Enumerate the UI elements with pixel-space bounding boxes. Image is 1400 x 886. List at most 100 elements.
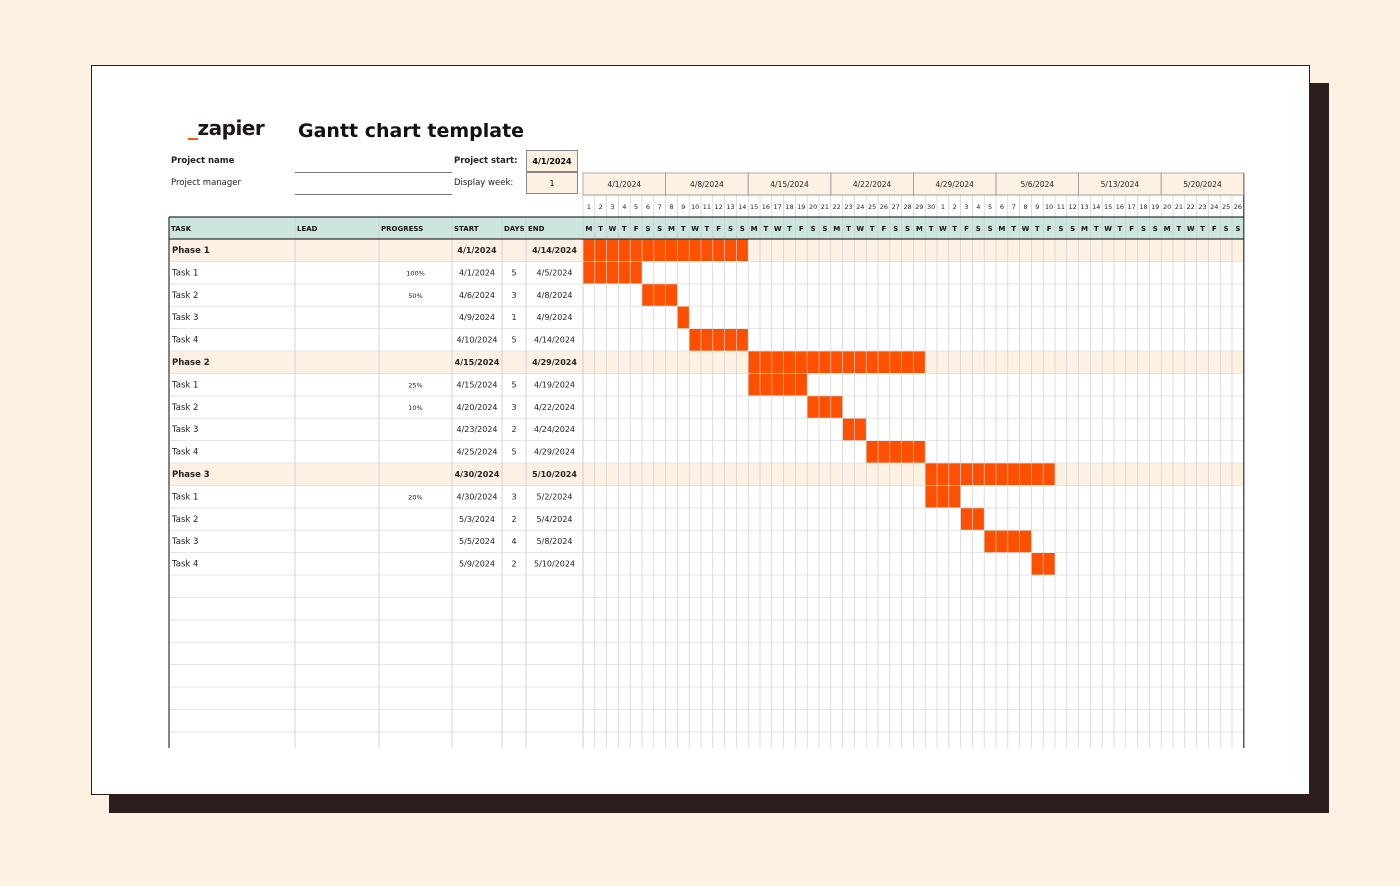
phase-bar-cell — [1043, 463, 1055, 486]
weekday-letter: S — [893, 225, 898, 233]
end-cell: 4/14/2024 — [534, 336, 575, 345]
task-bar-cell — [913, 440, 926, 463]
weekday-letter: S — [728, 225, 733, 233]
column-header-days: DAYS — [504, 225, 525, 233]
weekday-letter: T — [764, 225, 769, 233]
day-number: 15 — [750, 203, 758, 211]
days-cell: 1 — [511, 313, 516, 322]
week-label: 5/20/2024 — [1183, 180, 1222, 189]
day-number: 12 — [715, 203, 723, 211]
task-bar-cell — [901, 440, 914, 463]
start-cell: 4/6/2024 — [459, 291, 495, 300]
task-bar-cell — [937, 485, 949, 508]
day-number: 4 — [622, 203, 626, 211]
day-number: 4 — [976, 203, 980, 211]
day-number: 19 — [797, 203, 805, 211]
weekday-letter: T — [952, 225, 957, 233]
weekday-letter: T — [929, 225, 934, 233]
day-number: 8 — [669, 203, 673, 211]
task-bar-cell — [866, 440, 878, 463]
weekday-letter: S — [905, 225, 910, 233]
start-cell: 4/20/2024 — [456, 403, 497, 412]
day-number: 7 — [1012, 203, 1016, 211]
phase-row-bg — [169, 463, 1244, 486]
day-number: 12 — [1069, 203, 1077, 211]
task-bar-cell — [795, 373, 808, 396]
task-bar-cell — [1043, 552, 1055, 575]
phase-bar-cell — [724, 239, 737, 262]
day-number: 5 — [634, 203, 638, 211]
day-number: 16 — [1116, 203, 1124, 211]
task-name: Task 3 — [171, 425, 198, 435]
weekday-letter: M — [668, 225, 675, 233]
weekday-letter: T — [870, 225, 875, 233]
weekday-letter: F — [1047, 225, 1052, 233]
weekday-letter: S — [976, 225, 981, 233]
progress-cell: 20% — [408, 493, 422, 501]
day-number: 22 — [1187, 203, 1195, 211]
task-name: Task 4 — [171, 336, 198, 346]
task-bar-cell — [642, 283, 654, 307]
task-bar-cell — [665, 283, 678, 307]
day-number: 29 — [915, 203, 923, 211]
task-bar-cell — [653, 283, 666, 307]
end-cell: 4/8/2024 — [537, 291, 573, 300]
day-number: 24 — [1210, 203, 1218, 211]
day-number: 10 — [691, 203, 699, 211]
task-bar-cell — [889, 440, 902, 463]
task-bar-cell — [807, 395, 819, 419]
task-bar-cell — [996, 530, 1008, 553]
day-number: 11 — [703, 203, 711, 211]
weekday-letter: T — [1035, 225, 1040, 233]
weekday-letter: T — [681, 225, 686, 233]
day-number: 20 — [809, 203, 817, 211]
phase-name: Phase 3 — [172, 470, 210, 480]
task-bar-cell — [830, 395, 843, 419]
phase-bar-cell — [1007, 463, 1020, 486]
task-bar-cell — [701, 328, 713, 351]
day-number: 9 — [681, 203, 685, 211]
weekday-letter: M — [1081, 225, 1088, 233]
weekday-letter: S — [1153, 225, 1158, 233]
day-number: 21 — [821, 203, 829, 211]
end-cell: 5/4/2024 — [537, 515, 573, 524]
progress-cell: 10% — [408, 404, 422, 412]
weekday-letter: T — [787, 225, 792, 233]
task-bar-cell — [984, 530, 996, 553]
day-number: 16 — [762, 203, 770, 211]
task-bar-cell — [783, 373, 796, 396]
phase-bar-cell — [1031, 463, 1044, 486]
task-bar-cell — [606, 261, 619, 284]
weekday-letter: W — [774, 225, 782, 233]
weekday-letter: W — [1104, 225, 1112, 233]
weekday-letter: T — [1094, 225, 1099, 233]
weekday-letter: S — [1141, 225, 1146, 233]
task-bar-cell — [748, 373, 760, 396]
day-number: 21 — [1175, 203, 1183, 211]
phase-bar-cell — [689, 239, 701, 262]
day-number: 23 — [844, 203, 852, 211]
task-bar-cell — [677, 306, 690, 329]
weekday-letter: F — [634, 225, 639, 233]
end-cell: 4/14/2024 — [532, 246, 577, 255]
day-number: 26 — [880, 203, 888, 211]
column-header-start: START — [454, 225, 479, 233]
start-cell: 4/15/2024 — [456, 380, 497, 389]
phase-bar-cell — [701, 239, 713, 262]
end-cell: 4/9/2024 — [537, 313, 573, 322]
weekday-letter: M — [1164, 225, 1171, 233]
day-number: 10 — [1045, 203, 1053, 211]
days-cell: 3 — [511, 403, 516, 412]
week-label: 4/15/2024 — [770, 180, 809, 189]
weekday-letter: S — [1235, 225, 1240, 233]
weekday-letter: T — [705, 225, 710, 233]
end-cell: 4/22/2024 — [534, 403, 575, 412]
column-header-task: TASK — [171, 225, 192, 233]
weekday-letter: M — [998, 225, 1005, 233]
days-cell: 3 — [511, 492, 516, 501]
days-cell: 5 — [511, 380, 516, 389]
day-number: 2 — [953, 203, 957, 211]
task-bar-cell — [972, 507, 985, 531]
weekday-letter: M — [751, 225, 758, 233]
phase-bar-cell — [630, 239, 642, 262]
